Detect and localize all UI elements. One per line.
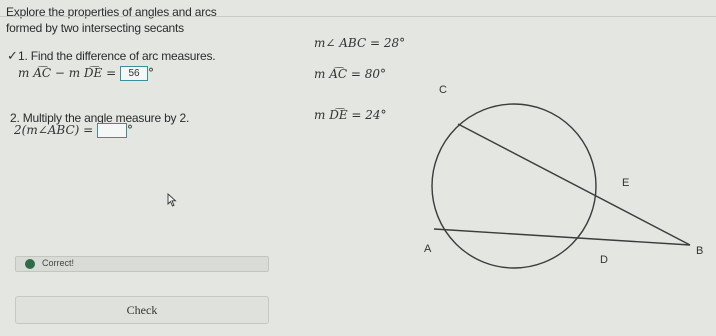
point-d-label: D <box>600 254 608 266</box>
given-angle-abc: m∠ ABC = 28° <box>314 36 406 50</box>
mouse-cursor-icon <box>167 192 177 212</box>
point-b-label: B <box>696 245 703 257</box>
point-c-label: C <box>439 84 447 96</box>
secant-ba <box>433 228 691 246</box>
question-2-expression: 2(m∠ABC) = ° <box>14 123 133 138</box>
point-a-label: A <box>424 243 432 255</box>
intro-line-2: formed by two intersecting secants <box>6 21 184 35</box>
given-arc-de: m D͡E = 24° <box>314 108 387 122</box>
correct-icon <box>25 259 35 269</box>
check-button[interactable]: Check <box>15 296 269 324</box>
intro-text: Explore the properties of angles and arc… <box>6 4 286 36</box>
secants-figure: C E A D B <box>424 84 703 269</box>
divider <box>0 16 716 17</box>
feedback-text: Correct! <box>42 258 75 268</box>
checkmark-icon: ✓ <box>7 48 18 63</box>
secant-bc <box>457 123 691 246</box>
degree-symbol: ° <box>148 66 154 80</box>
question-2-answer-field[interactable] <box>97 123 128 138</box>
point-e-label: E <box>622 177 629 189</box>
given-arc-ac: m A͡C = 80° <box>314 67 386 81</box>
question-1-expression: m A͡C − m D͡E = 56 ° <box>18 66 154 81</box>
question-2-expr: 2(m∠ABC) = <box>14 123 94 137</box>
question-1-answer-field[interactable]: 56 <box>120 66 148 81</box>
question-1-text: 1. Find the difference of arc measures. <box>18 49 216 63</box>
degree-symbol-2: ° <box>127 123 134 137</box>
circle <box>431 103 597 269</box>
intro-line-1: Explore the properties of angles and arc… <box>6 5 217 19</box>
question-1-expr: m A͡C − m D͡E = <box>18 66 117 80</box>
feedback-bar: Correct! <box>15 256 269 272</box>
